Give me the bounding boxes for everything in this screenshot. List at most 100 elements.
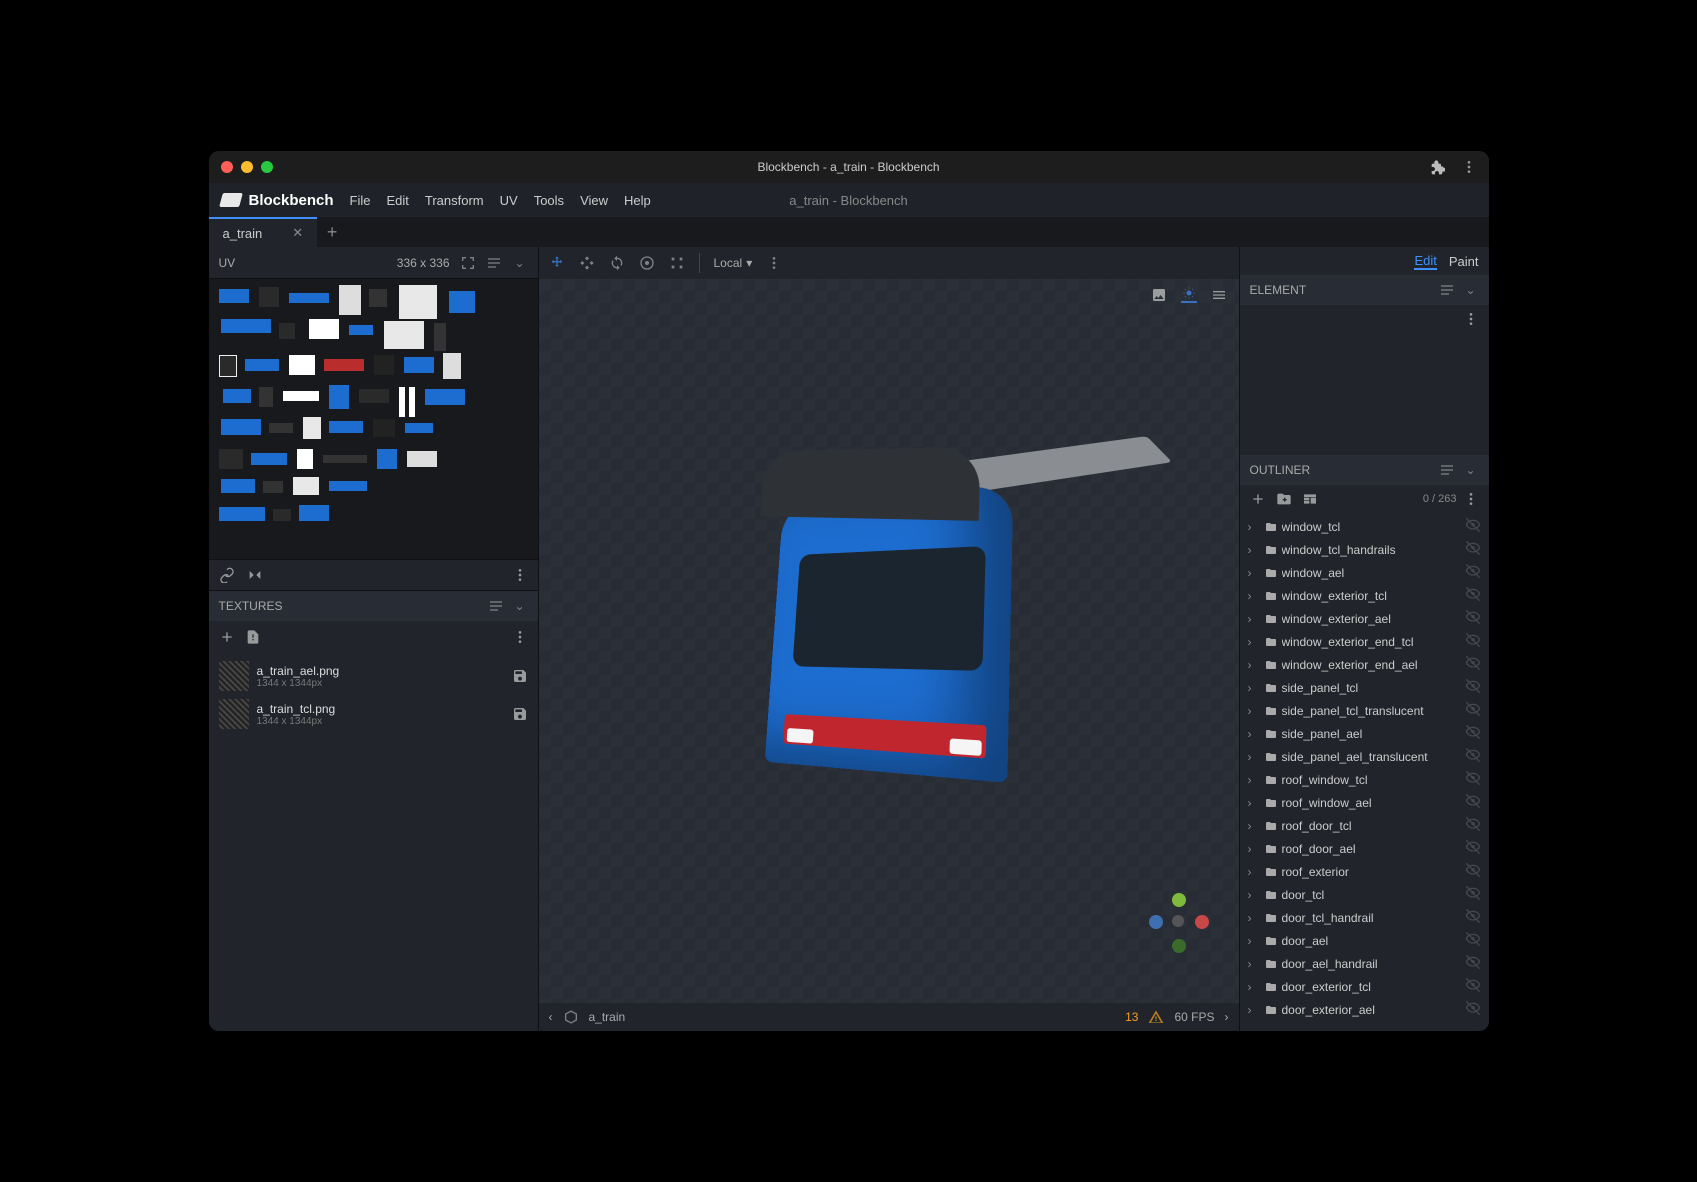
chevron-right-icon[interactable]: ›: [1248, 750, 1260, 764]
menu-uv[interactable]: UV: [500, 193, 518, 208]
visibility-icon[interactable]: [1465, 862, 1481, 881]
visibility-icon[interactable]: [1465, 908, 1481, 927]
rotate-tool-icon[interactable]: [609, 255, 625, 271]
tab-edit[interactable]: Edit: [1414, 253, 1436, 270]
link-icon[interactable]: [219, 567, 235, 583]
chevron-right-icon[interactable]: ›: [1248, 842, 1260, 856]
visibility-icon[interactable]: [1465, 793, 1481, 812]
visibility-icon[interactable]: [1465, 885, 1481, 904]
visibility-icon[interactable]: [1465, 609, 1481, 628]
screenshot-icon[interactable]: [1151, 287, 1167, 303]
tree-item[interactable]: ›roof_door_ael: [1240, 837, 1489, 860]
tree-item[interactable]: ›door_exterior_tcl: [1240, 975, 1489, 998]
chevron-right-icon[interactable]: ›: [1248, 704, 1260, 718]
tree-item[interactable]: ›window_tcl_handrails: [1240, 538, 1489, 561]
options-icon[interactable]: [1439, 282, 1455, 298]
chevron-right-icon[interactable]: ›: [1248, 566, 1260, 580]
chevron-right-icon[interactable]: ›: [1248, 1003, 1260, 1017]
chevron-right-icon[interactable]: ›: [1248, 635, 1260, 649]
options-icon[interactable]: [486, 255, 502, 271]
menu-help[interactable]: Help: [624, 193, 651, 208]
visibility-icon[interactable]: [1465, 747, 1481, 766]
tree-item[interactable]: ›roof_window_tcl: [1240, 768, 1489, 791]
chevron-down-icon[interactable]: ⌄: [512, 255, 528, 271]
tree-item[interactable]: ›window_ael: [1240, 561, 1489, 584]
chevron-right-icon[interactable]: ›: [1248, 911, 1260, 925]
visibility-icon[interactable]: [1465, 655, 1481, 674]
new-tab-button[interactable]: +: [317, 217, 347, 247]
menu-icon[interactable]: [1211, 287, 1227, 303]
menu-tools[interactable]: Tools: [534, 193, 564, 208]
tree-item[interactable]: ›door_exterior_ael: [1240, 998, 1489, 1021]
chevron-right-icon[interactable]: ›: [1248, 520, 1260, 534]
tree-item[interactable]: ›side_panel_ael_translucent: [1240, 745, 1489, 768]
visibility-icon[interactable]: [1465, 839, 1481, 858]
add-texture-icon[interactable]: [219, 629, 235, 645]
close-window-button[interactable]: [221, 161, 233, 173]
visibility-icon[interactable]: [1465, 678, 1481, 697]
tree-item[interactable]: ›window_tcl: [1240, 515, 1489, 538]
uv-canvas[interactable]: [209, 279, 538, 559]
chevron-right-icon[interactable]: ›: [1248, 543, 1260, 557]
chevron-right-icon[interactable]: ›: [1248, 658, 1260, 672]
options-icon[interactable]: [488, 598, 504, 614]
shading-icon[interactable]: [1181, 287, 1197, 303]
more-icon[interactable]: [1463, 311, 1479, 327]
visibility-icon[interactable]: [1465, 1000, 1481, 1019]
extension-icon[interactable]: [1429, 159, 1445, 175]
fullscreen-icon[interactable]: [460, 255, 476, 271]
chevron-right-icon[interactable]: ›: [1248, 796, 1260, 810]
chevron-down-icon[interactable]: ⌄: [1463, 282, 1479, 298]
tree-item[interactable]: ›door_tcl: [1240, 883, 1489, 906]
save-icon[interactable]: [512, 706, 528, 722]
add-cube-icon[interactable]: [1250, 491, 1266, 507]
chevron-down-icon[interactable]: ⌄: [512, 598, 528, 614]
visibility-icon[interactable]: [1465, 632, 1481, 651]
menu-file[interactable]: File: [350, 193, 371, 208]
chevron-down-icon[interactable]: ⌄: [1463, 462, 1479, 478]
chevron-right-icon[interactable]: ›: [1248, 934, 1260, 948]
visibility-icon[interactable]: [1465, 540, 1481, 559]
tree-item[interactable]: ›side_panel_ael: [1240, 722, 1489, 745]
warning-count[interactable]: 13: [1125, 1010, 1138, 1024]
tree-item[interactable]: ›window_exterior_end_ael: [1240, 653, 1489, 676]
chevron-right-icon[interactable]: ›: [1248, 819, 1260, 833]
menu-transform[interactable]: Transform: [425, 193, 484, 208]
chevron-right-icon[interactable]: ›: [1248, 957, 1260, 971]
visibility-icon[interactable]: [1465, 701, 1481, 720]
orientation-gizmo[interactable]: [1149, 893, 1209, 953]
chevron-right-icon[interactable]: ›: [1248, 681, 1260, 695]
visibility-icon[interactable]: [1465, 586, 1481, 605]
chevron-right-icon[interactable]: ›: [1248, 980, 1260, 994]
pivot-tool-icon[interactable]: [639, 255, 655, 271]
menu-edit[interactable]: Edit: [386, 193, 408, 208]
tree-item[interactable]: ›window_exterior_ael: [1240, 607, 1489, 630]
visibility-icon[interactable]: [1465, 977, 1481, 996]
chevron-right-icon[interactable]: ›: [1248, 773, 1260, 787]
more-icon[interactable]: [512, 567, 528, 583]
chevron-right-icon[interactable]: ›: [1248, 727, 1260, 741]
tree-item[interactable]: ›roof_door_tcl: [1240, 814, 1489, 837]
warning-icon[interactable]: [1148, 1009, 1164, 1025]
visibility-icon[interactable]: [1465, 770, 1481, 789]
visibility-icon[interactable]: [1465, 816, 1481, 835]
tree-item[interactable]: ›door_ael: [1240, 929, 1489, 952]
vertex-tool-icon[interactable]: [669, 255, 685, 271]
viewport-3d[interactable]: [539, 279, 1239, 1003]
more-icon[interactable]: [766, 255, 782, 271]
tree-item[interactable]: ›door_tcl_handrail: [1240, 906, 1489, 929]
toggle-icon[interactable]: [1302, 491, 1318, 507]
chevron-right-icon[interactable]: ›: [1248, 589, 1260, 603]
transform-space-dropdown[interactable]: Local ▾: [714, 256, 753, 270]
tree-item[interactable]: ›door_ael_handrail: [1240, 952, 1489, 975]
close-icon[interactable]: ✕: [292, 225, 303, 241]
menu-view[interactable]: View: [580, 193, 608, 208]
minimize-window-button[interactable]: [241, 161, 253, 173]
tab-a-train[interactable]: a_train ✕: [209, 217, 318, 247]
more-icon[interactable]: [512, 629, 528, 645]
tree-item[interactable]: ›roof_exterior: [1240, 860, 1489, 883]
resize-tool-icon[interactable]: [579, 255, 595, 271]
mirror-icon[interactable]: [247, 567, 263, 583]
add-group-icon[interactable]: [1276, 491, 1292, 507]
chevron-right-icon[interactable]: ›: [1248, 865, 1260, 879]
